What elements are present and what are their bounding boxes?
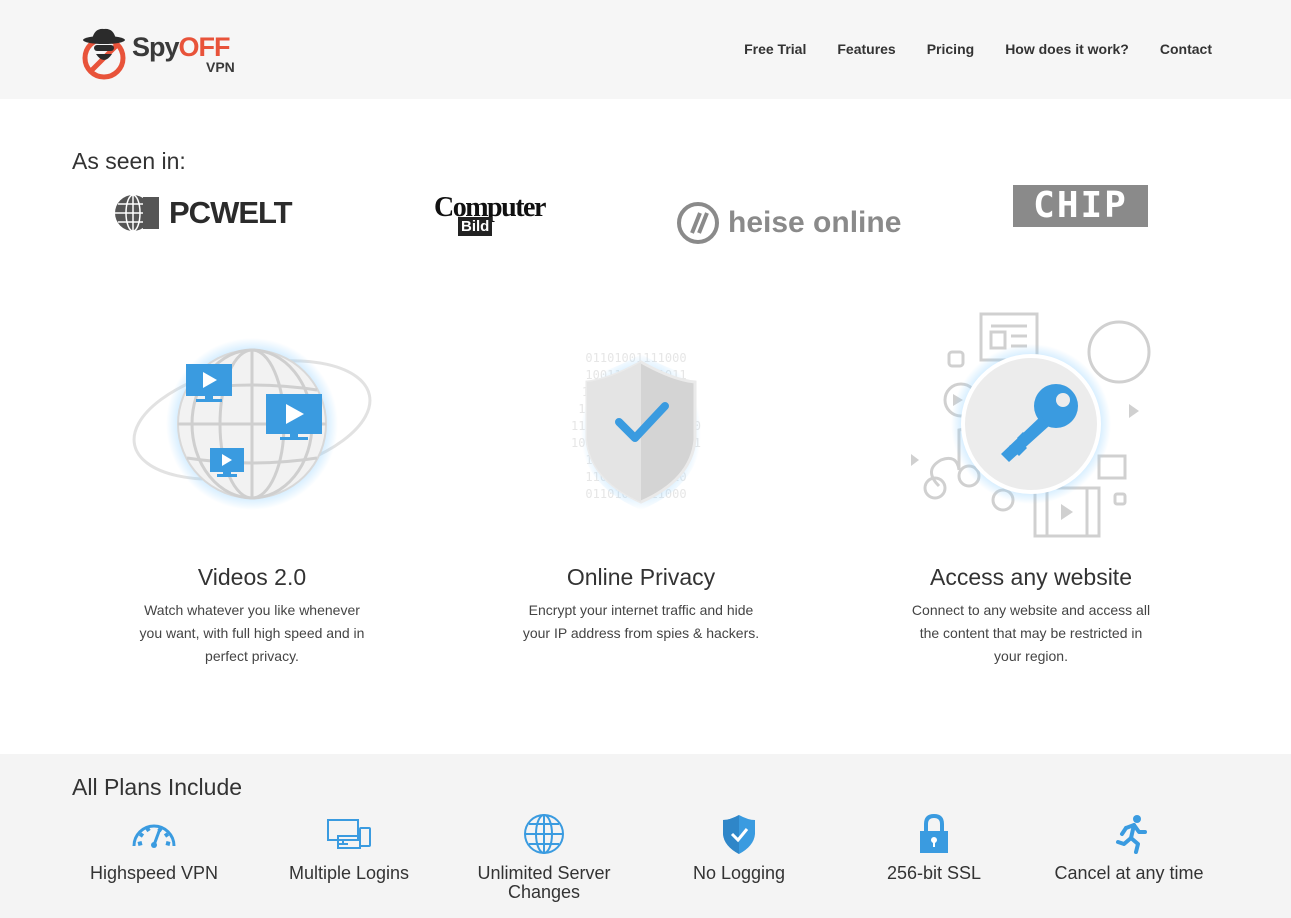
feature-title: Access any website [930, 564, 1132, 590]
nav-how-it-works[interactable]: How does it work? [1005, 41, 1129, 57]
runner-icon [1116, 815, 1147, 854]
key-icon [911, 312, 1151, 538]
logo-spy: Spy [132, 32, 180, 62]
pcwelt-logo: PCWELT [113, 193, 293, 233]
plan-feature-label: Multiple Logins [288, 863, 410, 883]
computer-bild-logo: Computer Bild [434, 192, 564, 246]
plan-feature-label: Cancel at any time [1054, 863, 1204, 883]
feature-access: Access any website Connect to any websit… [851, 300, 1211, 668]
as-seen-in-title: As seen in: [72, 148, 186, 174]
plan-feature-no-logging: No Logging [654, 814, 824, 883]
heise-icon [677, 202, 719, 244]
plan-feature-label: Highspeed VPN [89, 863, 219, 883]
plan-feature-label: 256-bit SSL [886, 863, 982, 883]
feature-title: Online Privacy [566, 564, 716, 590]
nav-free-trial[interactable]: Free Trial [744, 41, 806, 57]
bild-text: Bild [458, 217, 493, 236]
chip-logo: CHIP [1013, 185, 1148, 227]
spy-hat-icon [82, 28, 126, 80]
feature-description: Watch whatever you like whenever you wan… [139, 602, 365, 664]
plan-feature-label: No Logging [692, 863, 786, 883]
spyoff-logo[interactable]: SpyOFF VPN [82, 26, 242, 80]
feature-description: Connect to any website and access all th… [911, 602, 1151, 664]
nav-contact[interactable]: Contact [1160, 41, 1212, 57]
plan-feature-highspeed: Highspeed VPN [69, 814, 239, 883]
devices-icon [327, 819, 371, 849]
feature-description: Encrypt your internet traffic and hide y… [522, 602, 760, 641]
nav-pricing[interactable]: Pricing [927, 41, 974, 57]
speedometer-icon [132, 824, 176, 848]
globe-videos-icon [132, 338, 372, 510]
plans-section: All Plans Include Highspeed VPN Multiple… [0, 754, 1291, 918]
main-nav: Free Trial Features Pricing How does it … [713, 41, 1212, 57]
plan-feature-label: Unlimited Server Changes [477, 863, 611, 902]
heise-text: heise online [728, 206, 902, 239]
pcwelt-globe-icon [115, 194, 159, 232]
logo-off: OFF [178, 32, 231, 62]
access-illustration [851, 300, 1211, 550]
feature-privacy: 0110100111100010011000101011111101001000… [461, 300, 821, 645]
globe-icon [524, 814, 564, 854]
feature-title: Videos 2.0 [197, 564, 307, 590]
videos-illustration [72, 300, 432, 550]
nav-features[interactable]: Features [837, 41, 895, 57]
logo-vpn: VPN [206, 59, 235, 75]
plan-feature-multiple-logins: Multiple Logins [264, 814, 434, 883]
plan-feature-server-changes: Unlimited Server Changes [459, 814, 629, 902]
privacy-illustration: 0110100111100010011000101011111101001000… [461, 300, 821, 550]
heise-online-logo: heise online [676, 188, 901, 258]
plan-feature-ssl: 256-bit SSL [849, 814, 1019, 883]
lock-icon [920, 814, 948, 853]
shield-check-icon [581, 354, 701, 510]
pcwelt-text: PCWELT [169, 195, 293, 230]
feature-videos: Videos 2.0 Watch whatever you like whene… [72, 300, 432, 668]
shield-check-icon [723, 815, 755, 854]
plans-title: All Plans Include [72, 774, 243, 800]
plan-feature-cancel: Cancel at any time [1044, 814, 1214, 883]
site-header: SpyOFF VPN Free Trial Features Pricing H… [0, 0, 1291, 99]
